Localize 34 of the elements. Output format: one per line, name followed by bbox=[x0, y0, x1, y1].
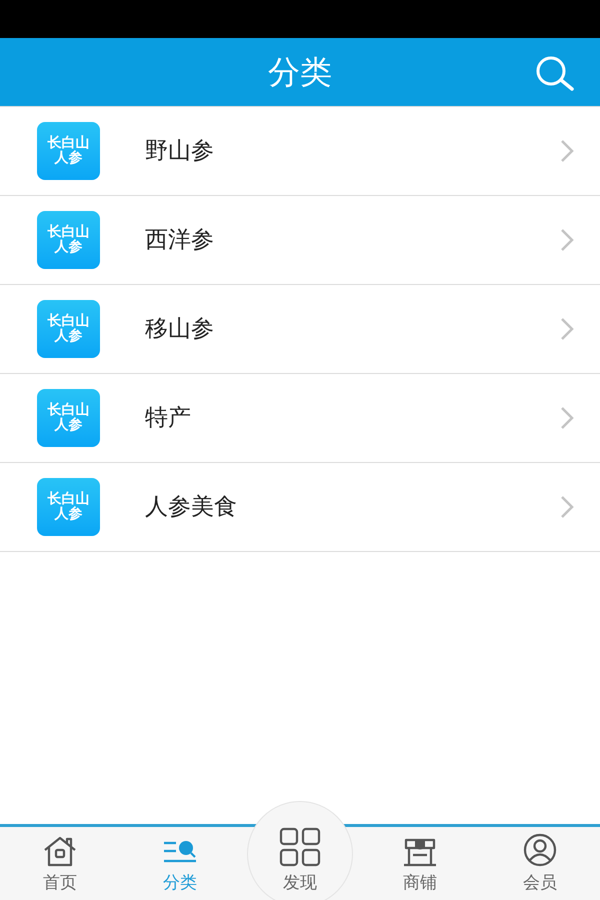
category-row[interactable]: 长白山 人参 人参美食 bbox=[0, 463, 600, 552]
storefront-icon bbox=[402, 836, 438, 866]
page-title: 分类 bbox=[268, 52, 332, 93]
home-icon bbox=[42, 834, 78, 866]
logo-text: 人参 bbox=[54, 507, 82, 522]
category-row[interactable]: 长白山 人参 特产 bbox=[0, 374, 600, 463]
category-row[interactable]: 长白山 人参 西洋参 bbox=[0, 196, 600, 285]
chevron-right-icon bbox=[560, 139, 574, 163]
category-label: 特产 bbox=[145, 404, 192, 433]
logo-text: 长白山 bbox=[48, 136, 90, 151]
user-icon bbox=[523, 832, 557, 866]
chevron-right-icon bbox=[560, 495, 574, 519]
chevron-right-icon bbox=[560, 228, 574, 252]
logo-text: 人参 bbox=[54, 329, 82, 344]
logo-text: 长白山 bbox=[48, 402, 90, 418]
logo-text: 长白山 bbox=[48, 492, 90, 507]
tab-bar-item[interactable]: 商铺 bbox=[360, 827, 480, 900]
tab-bar-item[interactable]: 会员 bbox=[480, 827, 600, 900]
tab-bar-item[interactable]: 首页 bbox=[0, 827, 120, 900]
logo-text: 人参 bbox=[54, 240, 82, 256]
category-label: 人参美食 bbox=[145, 492, 238, 522]
tab-bar-item[interactable]: 发现 bbox=[240, 803, 360, 900]
category-row[interactable]: 长白山 人参 移山参 bbox=[0, 285, 600, 374]
logo-text: 长白山 bbox=[48, 314, 90, 329]
logo-text: 长白山 bbox=[48, 224, 90, 240]
logo-text: 人参 bbox=[54, 151, 82, 166]
category-label: 移山参 bbox=[145, 314, 215, 344]
grid-icon bbox=[279, 826, 321, 866]
category-label: 野山参 bbox=[145, 136, 215, 166]
chevron-right-icon bbox=[560, 317, 574, 341]
category-label: 西洋参 bbox=[145, 226, 215, 255]
category-row[interactable]: 长白山 人参 野山参 bbox=[0, 107, 600, 196]
chevron-right-icon bbox=[560, 406, 574, 430]
logo-text: 人参 bbox=[54, 418, 82, 434]
